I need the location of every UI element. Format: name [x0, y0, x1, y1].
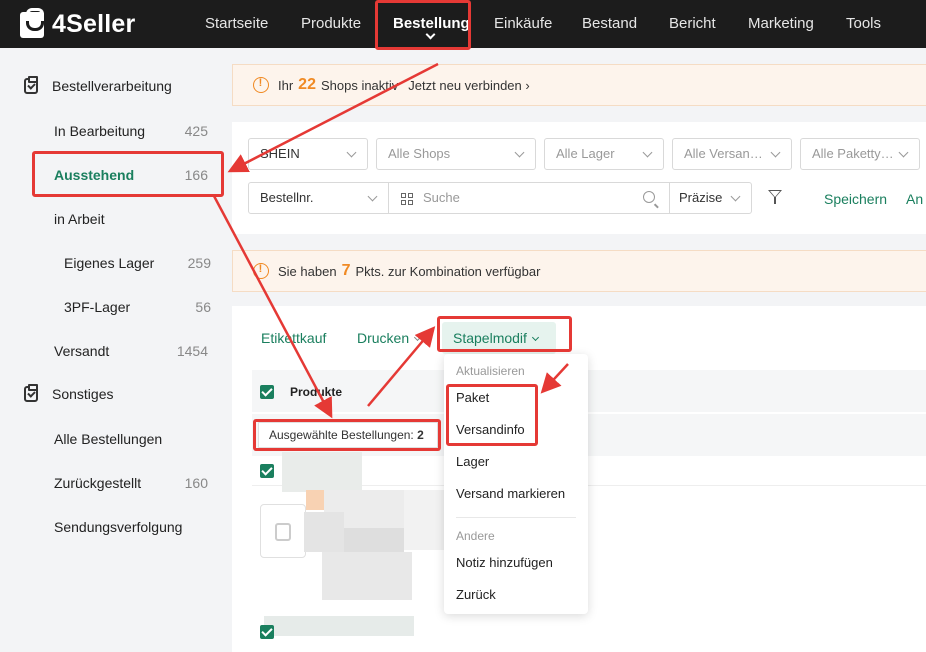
lager-value: Alle Lager — [556, 146, 615, 161]
warning-icon — [253, 263, 269, 279]
menu-item-lager[interactable]: Lager — [456, 454, 489, 469]
logo-text: 4Seller — [52, 10, 136, 38]
chevron-down-icon — [770, 147, 781, 158]
banner-prefix: Ihr — [278, 77, 294, 93]
table-header — [252, 370, 926, 412]
sidebar-item-zurueckgestellt[interactable]: Zurückgestellt — [54, 475, 141, 491]
match-mode-select[interactable]: Präzise — [669, 182, 752, 214]
menu-item-notiz[interactable]: Notiz hinzufügen — [456, 555, 553, 570]
clipboard-icon — [24, 76, 38, 94]
platform-select[interactable]: SHEIN — [248, 138, 368, 170]
count-3pf-lager: 56 — [195, 299, 211, 315]
nav-produkte[interactable]: Produkte — [301, 0, 361, 48]
sidebar-item-alle-bestellungen[interactable]: Alle Bestellungen — [54, 431, 162, 447]
sidebar-item-versandt[interactable]: Versandt — [54, 343, 109, 359]
blurred-content — [304, 512, 344, 552]
nav-marketing[interactable]: Marketing — [748, 0, 814, 48]
sidebar-item-sendungsverfolgung[interactable]: Sendungsverfolgung — [54, 519, 182, 535]
sidebar-item-in-bearbeitung[interactable]: In Bearbeitung — [54, 123, 145, 139]
search-input[interactable]: Suche — [388, 182, 670, 214]
nav-einkaeufe[interactable]: Einkäufe — [494, 0, 552, 48]
search-placeholder: Suche — [423, 190, 460, 205]
shopping-bag-icon — [20, 7, 44, 38]
blurred-content — [264, 616, 414, 636]
sidebar-item-eigenes-lager[interactable]: Eigenes Lager — [64, 255, 154, 271]
sidebar-group-sonstiges[interactable]: Sonstiges — [24, 384, 114, 402]
menu-item-zurueck[interactable]: Zurück — [456, 587, 496, 602]
banner2-count: 7 — [341, 262, 351, 279]
pakettyp-select[interactable]: Alle Paketty… — [800, 138, 920, 170]
column-header-products: Produkte — [290, 385, 343, 399]
save-button[interactable]: Speichern — [824, 191, 887, 207]
blurred-content — [404, 490, 444, 550]
chevron-down-icon — [414, 333, 422, 342]
reconnect-link[interactable]: Jetzt neu verbinden › — [408, 78, 529, 93]
count-versandt: 1454 — [176, 343, 208, 359]
count-zurueckgestellt: 160 — [184, 475, 208, 491]
chevron-down-icon — [367, 191, 378, 202]
warning-icon — [253, 77, 269, 93]
blurred-content — [282, 452, 362, 492]
match-mode-value: Präzise — [679, 190, 723, 205]
order-checkbox[interactable] — [260, 625, 274, 639]
banner-text: Shops inaktiv — [320, 77, 399, 93]
select-all-checkbox[interactable] — [260, 385, 274, 399]
pakettyp-value: Alle Paketty… — [812, 146, 894, 161]
blurred-content — [306, 490, 324, 510]
sidebar-group-bestellverarbeitung[interactable]: Bestellverarbeitung — [24, 76, 172, 94]
shops-value: Alle Shops — [388, 146, 451, 161]
nav-bericht[interactable]: Bericht — [669, 0, 716, 48]
count-eigenes-lager: 259 — [187, 255, 211, 271]
count-in-bearbeitung: 425 — [184, 123, 208, 139]
chevron-down-icon — [898, 147, 909, 158]
chevron-down-icon — [730, 191, 741, 202]
clipboard-icon — [24, 384, 38, 402]
platform-value: SHEIN — [260, 146, 300, 161]
dropdown-divider — [456, 517, 576, 518]
dropdown-section-andere: Andere — [456, 529, 495, 543]
sidebar-item-in-arbeit[interactable]: in Arbeit — [54, 211, 105, 227]
lager-select[interactable]: Alle Lager — [544, 138, 664, 170]
scan-icon — [401, 193, 413, 205]
annotation-box-bestellung — [375, 0, 471, 50]
menu-item-versand-markieren[interactable]: Versand markieren — [456, 486, 565, 501]
etikettkauf-button[interactable]: Etikettkauf — [261, 330, 326, 346]
versand-value: Alle Versan… — [684, 146, 763, 161]
filter-icon[interactable] — [768, 190, 782, 204]
sidebar-item-3pf-lager[interactable]: 3PF-Lager — [64, 299, 130, 315]
annotation-box-ausstehend — [32, 151, 224, 197]
chevron-down-icon — [642, 147, 653, 158]
chevron-down-icon — [346, 147, 357, 158]
annotation-box-stapelmodif — [437, 316, 572, 352]
sidebar-group-label: Bestellverarbeitung — [52, 78, 172, 94]
sidebar-group-label: Sonstiges — [52, 386, 114, 402]
order-field-value: Bestellnr. — [260, 190, 314, 205]
dropdown-section-aktualisieren: Aktualisieren — [456, 364, 525, 378]
annotation-box-paket-versandinfo — [446, 384, 538, 446]
annotation-box-selected — [253, 419, 441, 451]
versand-select[interactable]: Alle Versan… — [672, 138, 792, 170]
drucken-button[interactable]: Drucken — [357, 330, 422, 346]
chevron-down-icon — [514, 147, 525, 158]
banner-count: 22 — [298, 76, 316, 93]
logo[interactable]: 4Seller — [20, 7, 136, 39]
banner2-prefix: Sie haben — [278, 263, 337, 279]
order-field-select[interactable]: Bestellnr. — [248, 182, 389, 214]
nav-startseite[interactable]: Startseite — [205, 0, 268, 48]
order-checkbox[interactable] — [260, 464, 274, 478]
extra-button[interactable]: An — [906, 191, 923, 207]
blurred-content — [322, 552, 412, 600]
product-thumbnail — [260, 504, 306, 558]
nav-tools[interactable]: Tools — [846, 0, 881, 48]
sidebar: Bestellverarbeitung In Bearbeitung 425 A… — [0, 48, 232, 652]
banner2-text: Pkts. zur Kombination verfügbar — [355, 263, 541, 279]
nav-bestand[interactable]: Bestand — [582, 0, 637, 48]
drucken-label: Drucken — [357, 330, 410, 346]
inactive-shops-banner: Ihr 22 Shops inaktiv Jetzt neu verbinden… — [232, 64, 926, 106]
shops-select[interactable]: Alle Shops — [376, 138, 536, 170]
combine-packages-banner: Sie haben 7 Pkts. zur Kombination verfüg… — [232, 250, 926, 292]
search-icon[interactable] — [643, 191, 655, 203]
